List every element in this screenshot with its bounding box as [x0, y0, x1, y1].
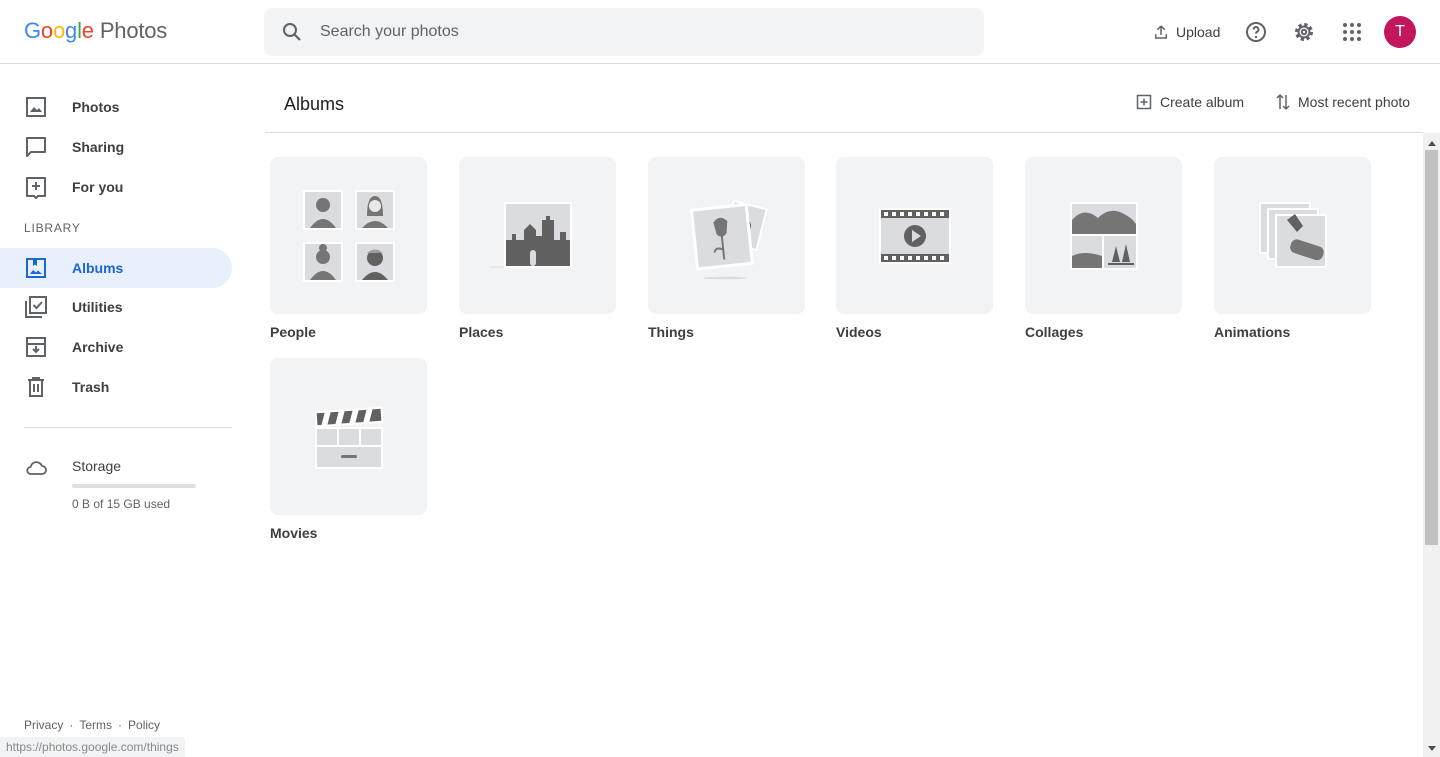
- sidebar-divider: [24, 427, 232, 428]
- google-photos-logo[interactable]: Google Photos: [24, 18, 167, 44]
- help-icon: [1246, 22, 1266, 42]
- album-thumbnail[interactable]: [270, 358, 427, 515]
- sidebar-item-label: For you: [72, 179, 124, 195]
- help-button[interactable]: [1240, 16, 1272, 48]
- sidebar-item-trash[interactable]: Trash: [0, 367, 232, 407]
- album-card-animations[interactable]: Animations: [1214, 157, 1371, 340]
- trash-icon: [28, 377, 44, 397]
- album-card-videos[interactable]: Videos: [836, 157, 993, 340]
- album-card-things[interactable]: Things: [648, 157, 805, 340]
- sidebar-item-sharing[interactable]: Sharing: [0, 127, 232, 167]
- sidebar-item-archive[interactable]: Archive: [0, 327, 232, 367]
- apps-grid-icon: [1343, 23, 1361, 41]
- privacy-link[interactable]: Privacy: [24, 718, 63, 732]
- terms-link[interactable]: Terms: [79, 718, 112, 732]
- sidebar-item-label: Archive: [72, 339, 124, 355]
- sidebar-item-label: Albums: [72, 260, 124, 276]
- album-card-movies[interactable]: Movies: [270, 358, 427, 541]
- upload-icon: [1155, 25, 1167, 39]
- product-name: Photos: [99, 18, 168, 43]
- search-input[interactable]: [320, 8, 960, 56]
- content-divider: [265, 132, 1423, 133]
- storage-progress-bar: [72, 484, 196, 488]
- sidebar-item-label: Photos: [72, 99, 120, 115]
- album-title: Animations: [1214, 324, 1291, 340]
- library-heading: LIBRARY: [24, 221, 81, 235]
- chat-bubble-icon: [26, 137, 46, 157]
- album-thumbnail[interactable]: [1025, 157, 1182, 314]
- sidebar-item-label: Trash: [72, 379, 110, 395]
- upload-button[interactable]: Upload: [1148, 16, 1224, 48]
- search-icon[interactable]: [280, 20, 304, 44]
- scroll-down-button[interactable]: [1423, 740, 1440, 757]
- archive-icon: [26, 337, 46, 357]
- film-play-icon: [878, 207, 951, 264]
- sidebar-item-photos[interactable]: Photos: [0, 87, 232, 127]
- album-thumbnail[interactable]: [459, 157, 616, 314]
- scroll-up-button[interactable]: [1423, 134, 1440, 151]
- add-box-icon: [1136, 94, 1152, 110]
- album-title: Movies: [270, 525, 318, 541]
- album-title: People: [270, 324, 316, 340]
- scroll-down-arrow-icon: [1427, 745, 1436, 751]
- sparkle-box-icon: [26, 177, 46, 199]
- clapperboard-icon: [314, 406, 383, 469]
- search-bar[interactable]: [264, 8, 984, 56]
- scrollbar-thumb[interactable]: [1425, 150, 1438, 545]
- utilities-check-icon: [25, 296, 47, 318]
- album-title: Collages: [1025, 324, 1084, 340]
- sort-arrows-icon: [1276, 93, 1290, 111]
- album-thumbnail[interactable]: [1214, 157, 1371, 314]
- scroll-up-arrow-icon: [1427, 140, 1436, 146]
- policy-link[interactable]: Policy: [128, 718, 160, 732]
- sidebar-item-label: Sharing: [72, 139, 125, 155]
- storage-link[interactable]: Storage: [72, 458, 121, 474]
- album-icon: [26, 258, 46, 278]
- flower-photos-icon: [689, 199, 768, 279]
- photo-icon: [26, 97, 46, 117]
- footer-links: Privacy · Terms · Policy: [24, 718, 161, 732]
- top-bar: GooglePhotos Upload: [0, 0, 1440, 64]
- city-skyline-icon: [489, 201, 572, 268]
- account-avatar[interactable]: T: [1384, 16, 1416, 48]
- album-title: Videos: [836, 324, 882, 340]
- storage-usage-text: 0 B of 15 GB used: [72, 497, 171, 511]
- sort-button[interactable]: Most recent photo: [1276, 92, 1410, 112]
- apps-button[interactable]: [1336, 16, 1368, 48]
- animation-stack-icon: [1258, 201, 1327, 268]
- browser-status-url: https://photos.google.com/things: [0, 737, 185, 757]
- album-title: Things: [648, 324, 694, 340]
- album-title: Places: [459, 324, 504, 340]
- album-thumbnail[interactable]: [648, 157, 805, 314]
- sidebar-item-utilities[interactable]: Utilities: [0, 287, 232, 327]
- people-illustration-icon: [302, 189, 395, 282]
- album-card-collages[interactable]: Collages: [1025, 157, 1182, 340]
- cloud-icon: [26, 461, 47, 475]
- collage-icon: [1069, 201, 1138, 270]
- sidebar-item-label: Utilities: [72, 299, 123, 315]
- settings-button[interactable]: [1288, 16, 1320, 48]
- sidebar-item-albums[interactable]: Albums: [0, 248, 232, 288]
- gear-icon: [1295, 23, 1313, 41]
- sidebar-item-for-you[interactable]: For you: [0, 167, 232, 207]
- page-title: Albums: [284, 94, 345, 114]
- album-card-places[interactable]: Places: [459, 157, 616, 340]
- album-card-people[interactable]: People: [270, 157, 427, 340]
- create-album-button[interactable]: Create album: [1136, 92, 1244, 112]
- album-thumbnail[interactable]: [270, 157, 427, 314]
- album-thumbnail[interactable]: [836, 157, 993, 314]
